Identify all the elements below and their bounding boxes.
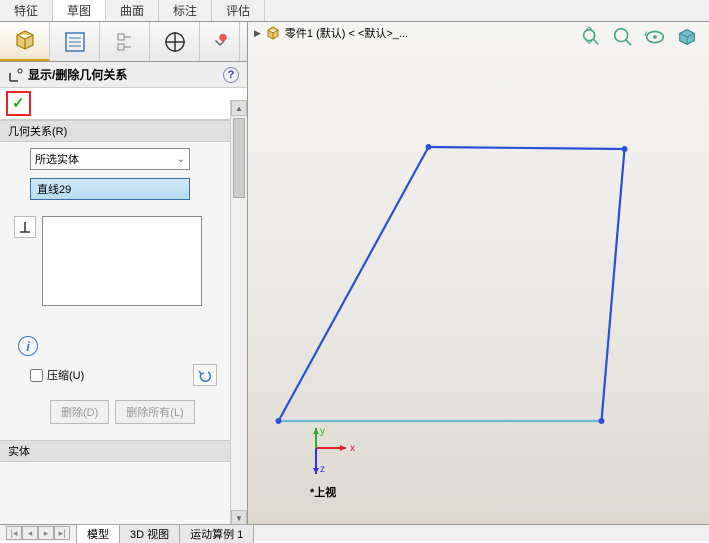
sketch-point[interactable]	[622, 146, 628, 152]
svg-text:x: x	[350, 443, 355, 454]
sketch-line[interactable]	[602, 149, 625, 421]
bottom-tab-motion[interactable]: 运动算例 1	[179, 524, 254, 543]
sketch-point[interactable]	[599, 418, 605, 424]
orientation-triad[interactable]: x y z	[298, 426, 358, 486]
relations-section-title: 几何关系(R)	[8, 123, 67, 139]
help-icon[interactable]: ?	[223, 67, 239, 83]
chevron-down-icon: ⌄	[177, 154, 185, 165]
sketch-line[interactable]	[279, 147, 429, 421]
property-title: 显示/删除几何关系	[28, 66, 127, 83]
undo-button[interactable]	[193, 364, 217, 386]
tab-nav-prev[interactable]: ◂	[22, 526, 38, 540]
ok-button[interactable]: ✓	[12, 95, 25, 112]
graphics-viewport[interactable]: ▶ 零件1 (默认) < <默认>_... x y z	[248, 22, 709, 526]
relations-listbox[interactable]	[42, 216, 202, 306]
tab-nav-last[interactable]: ▸|	[54, 526, 70, 540]
suppress-checkbox[interactable]	[30, 369, 43, 382]
relations-section-header[interactable]: 几何关系(R) ㄨ	[0, 120, 247, 142]
info-icon[interactable]: i	[18, 336, 38, 356]
main-tab-feature[interactable]: 特征	[0, 0, 53, 21]
selected-entity-item[interactable]: 直线29	[30, 178, 190, 200]
feature-manager-tab[interactable]	[0, 22, 50, 61]
sketch-line[interactable]	[429, 147, 625, 149]
tab-overflow[interactable]	[200, 22, 240, 61]
confirm-highlight: ✓	[6, 91, 31, 116]
perpendicular-icon	[14, 216, 36, 238]
bottom-tab-model[interactable]: 模型	[76, 524, 120, 543]
config-manager-tab[interactable]	[100, 22, 150, 61]
view-orientation-label: *上视	[310, 484, 336, 500]
sketch-point[interactable]	[426, 144, 432, 150]
sketch-point[interactable]	[276, 418, 282, 424]
main-tab-sketch[interactable]: 草图	[53, 0, 106, 21]
property-manager-tab[interactable]	[50, 22, 100, 61]
confirm-bar: ✓	[0, 88, 247, 120]
bottom-tab-bar: |◂ ◂ ▸ ▸| 模型 3D 视图 运动算例 1	[0, 524, 709, 541]
dimxpert-tab[interactable]	[150, 22, 200, 61]
delete-all-button[interactable]: 删除所有(L)	[115, 400, 194, 424]
tab-nav-first[interactable]: |◂	[6, 526, 22, 540]
suppress-label: 压缩(U)	[47, 367, 193, 383]
entities-section-title: 实体	[8, 443, 30, 459]
tab-nav-buttons: |◂ ◂ ▸ ▸|	[6, 526, 70, 540]
relations-section-body: 所选实体 ⌄ 直线29 i 压缩(U) 删除(D) 删除所有(L)	[0, 142, 247, 440]
svg-text:y: y	[320, 426, 325, 437]
main-tab-surface[interactable]: 曲面	[106, 0, 159, 21]
delete-button[interactable]: 删除(D)	[50, 400, 109, 424]
property-manager-panel: 显示/删除几何关系 ? ✓ 几何关系(R) ㄨ 所选实体 ⌄ 直线29	[0, 22, 248, 526]
bottom-tab-3dview[interactable]: 3D 视图	[119, 524, 180, 543]
tab-nav-next[interactable]: ▸	[38, 526, 54, 540]
svg-text:z: z	[320, 464, 325, 475]
main-tab-evaluate[interactable]: 评估	[212, 0, 265, 21]
filter-dropdown[interactable]: 所选实体 ⌄	[30, 148, 190, 170]
entities-section-header[interactable]: 实体 ㄨ	[0, 440, 247, 462]
main-tab-bar: 特征 草图 曲面 标注 评估	[0, 0, 709, 22]
main-tab-annotation[interactable]: 标注	[159, 0, 212, 21]
property-header: 显示/删除几何关系 ?	[0, 62, 247, 88]
filter-selected-value: 所选实体	[35, 151, 79, 167]
property-tab-bar	[0, 22, 247, 62]
